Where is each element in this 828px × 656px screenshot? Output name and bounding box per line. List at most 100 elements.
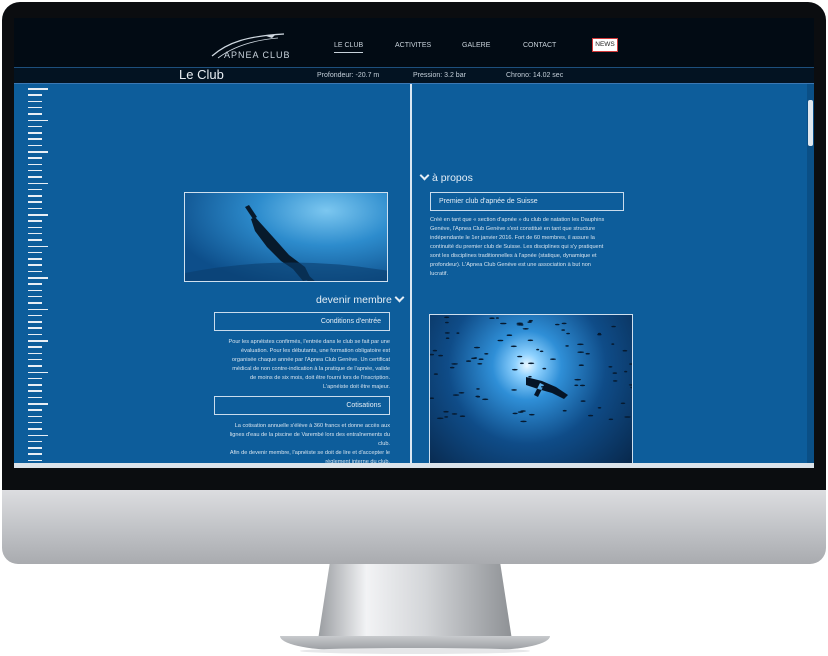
fish-shape (430, 397, 435, 399)
fish-shape (512, 412, 518, 415)
gauge-tick (28, 434, 48, 436)
main-content: devenir membre Conditions d'entrée Pour … (14, 84, 814, 468)
fish-shape (597, 333, 602, 336)
text-line: Pour les apnéistes confirmés, l'entrée d… (228, 339, 390, 345)
text-line: profondeur). L'Apnea Club Genève est une… (430, 262, 591, 268)
freediver-photo (184, 192, 388, 282)
fish-shape (430, 353, 435, 356)
gauge-tick (28, 226, 42, 229)
fish-shape (517, 355, 523, 358)
nav-item-contact[interactable]: CONTACT (523, 42, 556, 49)
fish-shape (528, 413, 535, 416)
gauge-tick (28, 157, 42, 159)
nav-item-galere[interactable]: GALERE (462, 42, 490, 49)
gauge-tick (28, 333, 42, 336)
text-line: lignes d'eau de la piscine de Varembé lo… (229, 432, 390, 438)
a-propos-text: Créé en tant que « section d'apnée » du … (430, 216, 630, 279)
fish-shape (519, 362, 524, 365)
a-propos-heading[interactable]: à propos (417, 170, 473, 184)
fish-shape (620, 402, 626, 405)
gauge-tick (28, 245, 48, 247)
fish-shape (482, 398, 489, 401)
gauge-tick (28, 321, 42, 323)
text-line: Afin de devenir membre, l'apnéiste se do… (229, 450, 390, 456)
fish-shape (597, 407, 602, 409)
fish-shape (484, 353, 489, 355)
text-line: lucratif. (430, 271, 449, 277)
fish-shape (495, 317, 499, 319)
gauge-tick (28, 283, 42, 285)
gauge-tick (28, 94, 42, 96)
gauge-tick (28, 377, 42, 380)
gauge-tick (28, 302, 42, 304)
devenir-membre-heading[interactable]: devenir membre (316, 292, 407, 306)
news-button[interactable]: NEWS (592, 38, 618, 52)
gauge-tick (28, 314, 42, 317)
gauge-tick (28, 151, 48, 153)
fish-school-icon (430, 316, 632, 423)
freediver-silhouette-icon (185, 205, 387, 281)
fish-shape (510, 345, 517, 348)
fish-shape (466, 360, 472, 362)
fish-shape (580, 400, 586, 402)
fish-shape (550, 358, 556, 360)
vertical-scrollbar[interactable] (807, 84, 814, 464)
fish-shape (577, 343, 584, 346)
fish-shape (629, 363, 632, 365)
fish-shape (476, 388, 480, 390)
gauge-tick (28, 113, 42, 115)
gauge-tick (28, 415, 42, 418)
fish-shape (500, 322, 507, 325)
fish-shape (473, 346, 481, 349)
gauge-tick (28, 220, 42, 222)
gauge-tick (28, 188, 42, 191)
fish-shape (566, 332, 570, 335)
fish-shape (436, 417, 444, 420)
gauge-tick (28, 201, 42, 203)
conditions-entree-box: Conditions d'entrée (214, 312, 390, 331)
fish-shape (443, 410, 449, 413)
text-line: Genève, l'Apnea Club Genève s'est consti… (430, 226, 596, 232)
fish-shape (475, 395, 480, 398)
fish-shape (622, 349, 628, 352)
gauge-tick (28, 384, 42, 386)
gauge-tick (28, 169, 42, 172)
nav-item-le-club[interactable]: LE CLUB (334, 42, 364, 53)
text-line: organisée chaque année par l'Apnea Club … (231, 357, 390, 363)
gauge-tick (28, 447, 42, 449)
horizontal-scrollbar[interactable] (14, 463, 814, 468)
text-line: sont les disciplines traditionnelles à l… (430, 253, 597, 259)
fish-shape (561, 329, 566, 331)
scrollbar-thumb[interactable] (808, 100, 813, 146)
monitor-stand-neck (318, 564, 512, 640)
gauge-tick (28, 207, 42, 210)
gauge-tick (28, 106, 42, 109)
conditions-entree-text: Pour les apnéistes confirmés, l'entrée d… (210, 338, 390, 392)
fish-shape (444, 316, 450, 319)
fish-shape (624, 370, 628, 373)
fish-shape (536, 348, 540, 351)
fish-shape (444, 416, 449, 418)
nav-item-activites[interactable]: ACTIVITES (395, 42, 431, 49)
gauge-tick (28, 144, 42, 147)
fish-shape (478, 358, 484, 360)
fish-school-photo (429, 314, 633, 464)
text-line: indépendante le 1er janvier 2016. Fort d… (430, 235, 595, 241)
fish-shape (527, 321, 532, 323)
chrono-readout: Chrono: 14.02 sec (506, 72, 564, 79)
gauge-tick (28, 232, 42, 235)
text-line: de moins de six mois, doit être fourni l… (249, 375, 390, 381)
gauge-tick (28, 390, 42, 392)
fish-shape (511, 389, 517, 391)
depth-readout: Profondeur: -20.7 m (317, 72, 380, 79)
fish-shape (588, 414, 594, 417)
gauge-tick (28, 88, 48, 90)
fish-shape (432, 349, 438, 352)
fish-shape (624, 416, 631, 418)
gauge-tick (28, 264, 42, 266)
text-line: L'apnéiste doit être majeur. (323, 384, 390, 390)
gauge-tick (28, 289, 42, 292)
fish-shape (628, 384, 632, 386)
gauge-tick (28, 258, 42, 260)
gauge-tick (28, 352, 42, 355)
